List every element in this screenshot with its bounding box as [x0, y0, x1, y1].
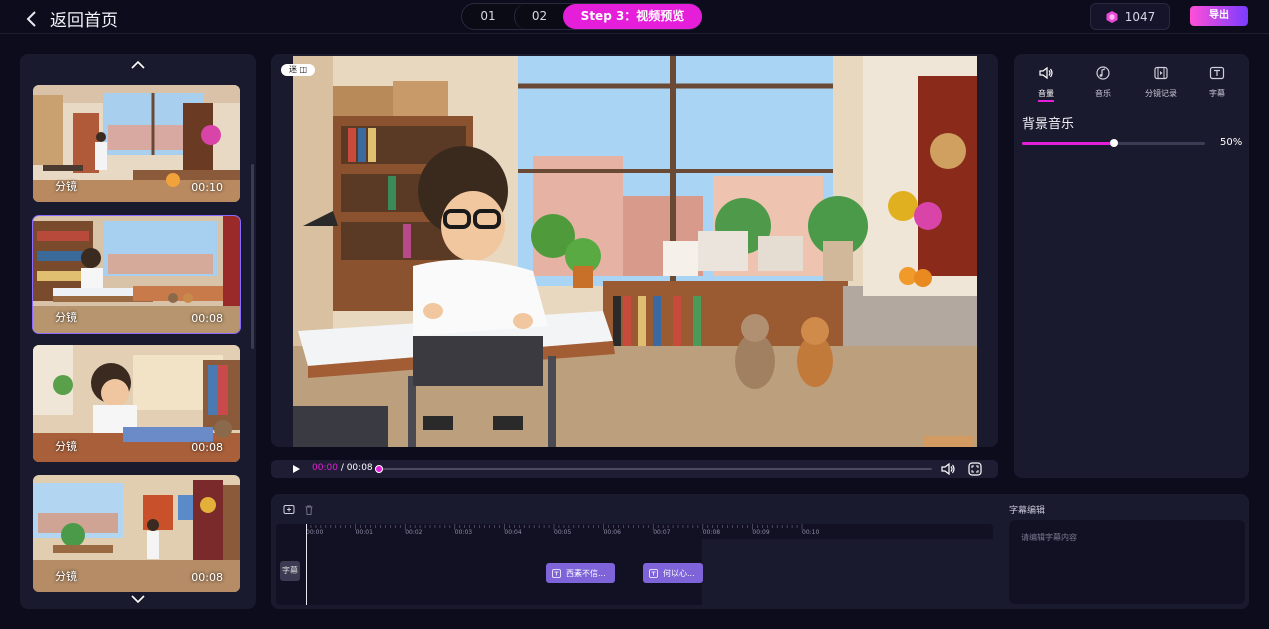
settings-panel: 音量 音乐 分镜记录 字幕 背景音乐 50%	[1014, 54, 1249, 478]
subtitle-clip-2-text: 何以心...	[663, 568, 695, 578]
shot-thumbnail-1[interactable]: 分镜 00:10	[33, 85, 240, 202]
volume-icon	[1039, 66, 1053, 80]
step-1-tab[interactable]: 01	[462, 4, 514, 29]
timeline-empty-region	[702, 539, 993, 605]
ruler-tick-label: 00:08	[702, 529, 721, 536]
subtitle-editor-title: 字幕编辑	[1009, 506, 1046, 516]
shot-4-duration: 00:08	[191, 571, 223, 584]
shot-1-label: 分镜	[55, 180, 77, 193]
credits-badge[interactable]: 1047	[1090, 3, 1170, 30]
timeline-panel: 00:00 00:01 00:02 00:03 00:04 00:05 00:06 00:07…	[271, 494, 1249, 609]
top-bar: 返回首页 01 02 Step 3：视频预览 1047 导出	[0, 0, 1269, 34]
ruler-tick-label: 00:10	[802, 529, 820, 536]
shot-3-label: 分镜	[55, 440, 77, 453]
storyboard-icon	[1154, 66, 1168, 80]
ruler-tick-label: 00:01	[355, 529, 373, 536]
total-time: / 00:08	[340, 463, 373, 473]
tab-volume[interactable]: 音量	[1021, 66, 1071, 99]
subtitle-clip-1-text: 西素不信...	[566, 568, 606, 578]
tab-subtitle-label: 字幕	[1209, 89, 1225, 98]
ruler-tick-label: 00:00	[306, 529, 324, 536]
video-badge: 迷 ◫	[281, 64, 315, 76]
ruler-tick-label: 00:09	[752, 529, 770, 536]
bgm-title: 背景音乐	[1022, 117, 1075, 132]
ruler-tick-label: 00:07	[653, 529, 671, 536]
time-display: 00:00 / 00:08	[312, 463, 373, 473]
video-frame-image	[293, 56, 977, 447]
ruler-tick-label: 00:03	[454, 529, 473, 536]
shot-4-label: 分镜	[55, 570, 77, 583]
bgm-volume-knob[interactable]	[1109, 139, 1118, 147]
tab-volume-label: 音量	[1038, 89, 1054, 98]
shot-2-label: 分镜	[55, 311, 77, 324]
subtitle-icon	[649, 568, 658, 578]
step-3-tab[interactable]: Step 3：视频预览	[563, 4, 702, 29]
tab-subtitle[interactable]: 字幕	[1192, 66, 1242, 99]
ruler-tick-label: 00:04	[504, 529, 522, 536]
shot-list-panel: 分镜 00:10 分镜 00:08 分镜 00:08 分镜 00:08	[20, 54, 256, 609]
delete-icon[interactable]	[303, 504, 315, 516]
video-preview[interactable]	[271, 54, 998, 447]
add-subtitle-icon[interactable]	[283, 504, 295, 516]
chevron-up-icon[interactable]	[130, 59, 146, 71]
bgm-volume-value: 50%	[1220, 137, 1243, 148]
shot-thumbnail-4[interactable]: 分镜 00:08	[33, 475, 240, 592]
export-button[interactable]: 导出	[1190, 6, 1248, 26]
play-icon[interactable]	[291, 464, 301, 474]
tab-storyboard-label: 分镜记录	[1145, 89, 1177, 98]
tab-storyboard[interactable]: 分镜记录	[1136, 66, 1186, 99]
tab-music[interactable]: 音乐	[1078, 66, 1128, 99]
active-tab-underline	[1038, 100, 1054, 102]
back-label: 返回首页	[50, 11, 118, 31]
subtitle-icon	[552, 568, 561, 578]
timeline-track-area[interactable]: 00:00 00:01 00:02 00:03 00:04 00:05 00:06 00:07…	[276, 524, 993, 605]
current-time: 00:00	[312, 463, 338, 473]
tab-music-label: 音乐	[1095, 89, 1111, 98]
subtitle-icon	[1209, 66, 1225, 80]
progress-knob[interactable]	[375, 465, 383, 473]
progress-track[interactable]	[377, 468, 932, 470]
ruler-tick-label: 00:02	[405, 529, 423, 536]
playhead[interactable]	[306, 524, 307, 605]
subtitle-clip-2[interactable]: 何以心...	[643, 563, 703, 583]
subtitle-track-label: 字幕	[280, 561, 300, 581]
chevron-down-icon[interactable]	[130, 593, 146, 605]
shot-3-duration: 00:08	[191, 441, 223, 454]
step-switcher: 01 02 Step 3：视频预览	[461, 3, 702, 30]
bgm-volume-fill	[1022, 142, 1114, 145]
shot-2-duration: 00:08	[191, 312, 223, 325]
volume-icon[interactable]	[941, 463, 955, 475]
shot-list-scrollbar[interactable]	[251, 164, 254, 349]
shot-thumbnail-2[interactable]: 分镜 00:08	[32, 215, 241, 334]
subtitle-clip-1[interactable]: 西素不信...	[546, 563, 615, 583]
step-2-tab[interactable]: 02	[514, 4, 564, 29]
player-controls: 00:00 / 00:08	[271, 460, 998, 478]
gem-icon	[1106, 10, 1118, 23]
credits-value: 1047	[1124, 9, 1156, 24]
music-icon	[1096, 66, 1110, 80]
ruler-tick-label: 00:06	[603, 529, 621, 536]
subtitle-editor-input[interactable]: 请编辑字幕内容	[1009, 520, 1245, 604]
bgm-volume-slider[interactable]	[1022, 139, 1205, 147]
fullscreen-icon[interactable]	[968, 462, 982, 476]
shot-1-duration: 00:10	[191, 181, 223, 194]
back-button[interactable]: 返回首页	[24, 6, 118, 31]
shot-thumbnail-3[interactable]: 分镜 00:08	[33, 345, 240, 462]
ruler-tick-label: 00:05	[554, 529, 572, 536]
chevron-left-icon	[26, 10, 36, 27]
